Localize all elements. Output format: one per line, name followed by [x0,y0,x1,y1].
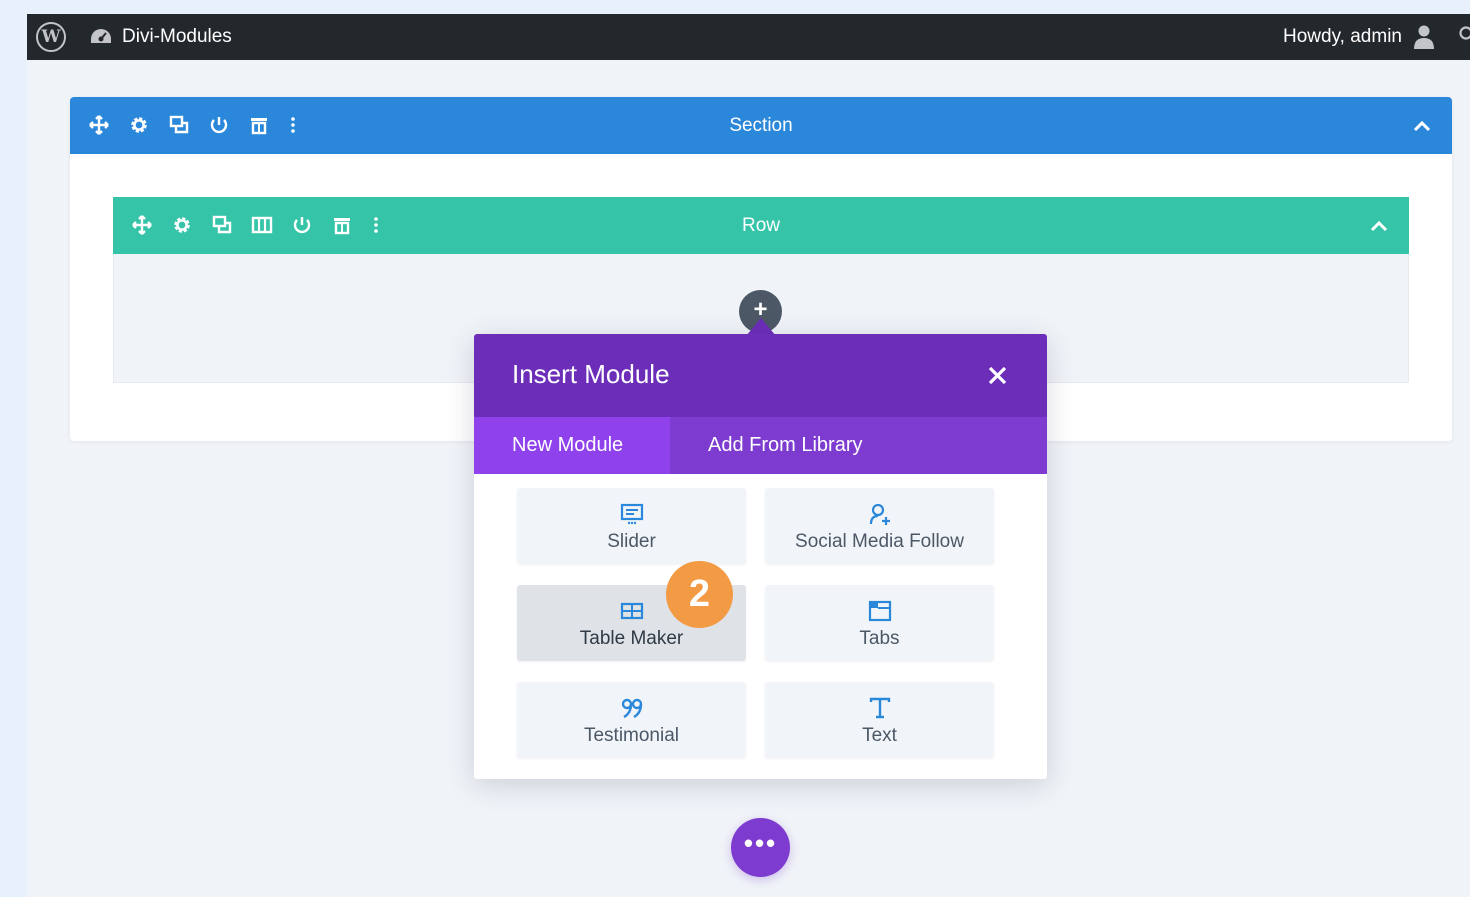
page-settings-button[interactable]: ••• [731,818,790,877]
module-text[interactable]: Text [765,682,994,758]
search-icon[interactable] [1458,26,1470,44]
module-label: Slider [607,531,656,552]
tab-add-from-library[interactable]: Add From Library [670,417,901,474]
module-label: Testimonial [583,725,680,746]
row-title: Row [741,215,780,236]
user-avatar-icon[interactable] [1413,24,1435,50]
user-greeting[interactable]: Howdy, admin [1283,26,1402,48]
admin-bar: W Divi-Modules Howdy, admin [27,14,1470,60]
chevron-up-icon[interactable] [1412,116,1432,136]
module-label: Table Maker [579,628,684,649]
module-label: Text [862,725,897,746]
text-icon [869,697,890,719]
dashboard-icon[interactable] [90,28,112,46]
site-name-link[interactable]: Divi-Modules [122,26,232,48]
chevron-up-icon[interactable] [1369,216,1389,236]
tab-new-module[interactable]: New Module [474,417,670,474]
modal-title: Insert Module [512,359,670,389]
module-social-media-follow[interactable]: Social Media Follow [765,488,994,564]
section-toolbar: Section [70,97,1452,154]
social-follow-icon [869,503,890,525]
section-title: Section [729,115,793,136]
module-label: Social Media Follow [795,531,964,552]
module-testimonial[interactable]: Testimonial [517,682,746,758]
modal-tabs: New Module Add From Library [474,417,1047,474]
slider-icon [620,503,643,525]
close-icon[interactable] [985,363,1010,388]
tabs-icon [868,600,891,622]
insert-module-modal: Insert Module New Module Add From Librar… [474,334,1047,779]
modal-header: Insert Module [474,334,1047,417]
row-toolbar: Row [113,197,1409,254]
step-number-badge: 2 [666,561,733,628]
quote-icon [621,698,642,719]
module-tabs[interactable]: Tabs [765,585,994,661]
module-label: Tabs [859,628,900,649]
wordpress-logo-icon[interactable]: W [36,22,66,52]
module-slider[interactable]: Slider [517,488,746,564]
table-icon [620,602,643,620]
